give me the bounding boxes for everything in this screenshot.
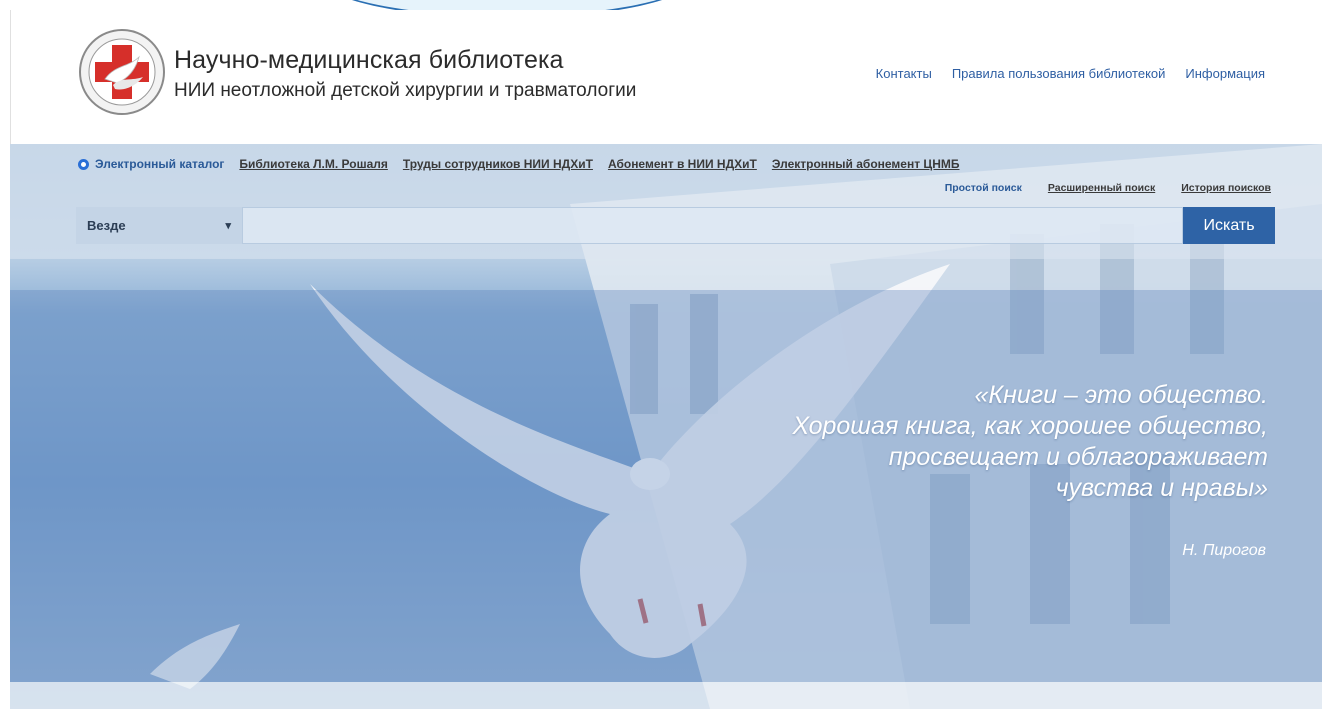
simple-search-link[interactable]: Простой поиск bbox=[945, 182, 1022, 194]
tab-subscription-niindhit[interactable]: Абонемент в НИИ НДХиТ bbox=[608, 157, 757, 171]
quote-line: Хорошая книга, как хорошее общество, bbox=[792, 412, 1268, 440]
chevron-down-icon: ▾ bbox=[225, 220, 231, 232]
search-input[interactable] bbox=[242, 207, 1183, 244]
quote-author: Н. Пирогов bbox=[1182, 542, 1266, 559]
hero-section: Электронный каталог Библиотека Л.М. Роша… bbox=[10, 144, 1322, 709]
tab-electronic-catalog[interactable]: Электронный каталог bbox=[78, 157, 224, 171]
tab-staff-works[interactable]: Труды сотрудников НИИ НДХиТ bbox=[403, 157, 593, 171]
tab-roshal-library[interactable]: Библиотека Л.М. Рошаля bbox=[239, 157, 387, 171]
nav-link-rules[interactable]: Правила пользования библиотекой bbox=[952, 66, 1166, 81]
search-row: Везде ▾ Искать bbox=[76, 207, 1275, 244]
quote-line: «Книги – это общество. bbox=[974, 381, 1268, 409]
quote-line: чувства и нравы» bbox=[1055, 474, 1268, 502]
tab-electronic-catalog-label: Электронный каталог bbox=[95, 157, 225, 171]
site-title: Научно-медицинская библиотека bbox=[174, 46, 564, 74]
advanced-search-link[interactable]: Расширенный поиск bbox=[1048, 182, 1155, 194]
site-header: Научно-медицинская библиотека НИИ неотло… bbox=[10, 10, 1322, 144]
page: Научно-медицинская библиотека НИИ неотло… bbox=[0, 0, 1322, 709]
bottom-band bbox=[10, 682, 1322, 709]
tab-cnmb-subscription[interactable]: Электронный абонемент ЦНМБ bbox=[772, 157, 960, 171]
search-mode-links: Простой поиск Расширенный поиск История … bbox=[945, 182, 1271, 194]
search-button[interactable]: Искать bbox=[1183, 207, 1275, 244]
nav-link-contacts[interactable]: Контакты bbox=[876, 66, 932, 81]
quote-line: просвещает и облагораживает bbox=[888, 443, 1268, 471]
search-scope-select[interactable]: Везде ▾ bbox=[76, 207, 242, 244]
library-logo[interactable] bbox=[77, 27, 167, 117]
top-nav: Контакты Правила пользования библиотекой… bbox=[876, 66, 1265, 81]
catalog-tabs: Электронный каталог Библиотека Л.М. Роша… bbox=[78, 157, 974, 171]
site-subtitle: НИИ неотложной детской хирургии и травма… bbox=[174, 80, 637, 101]
nav-link-info[interactable]: Информация bbox=[1185, 66, 1265, 81]
radio-selected-icon[interactable] bbox=[78, 158, 89, 170]
quote-text: «Книги – это общество. Хорошая книга, ка… bbox=[792, 380, 1268, 504]
search-scope-value: Везде bbox=[87, 218, 126, 233]
search-history-link[interactable]: История поисков bbox=[1181, 182, 1271, 194]
